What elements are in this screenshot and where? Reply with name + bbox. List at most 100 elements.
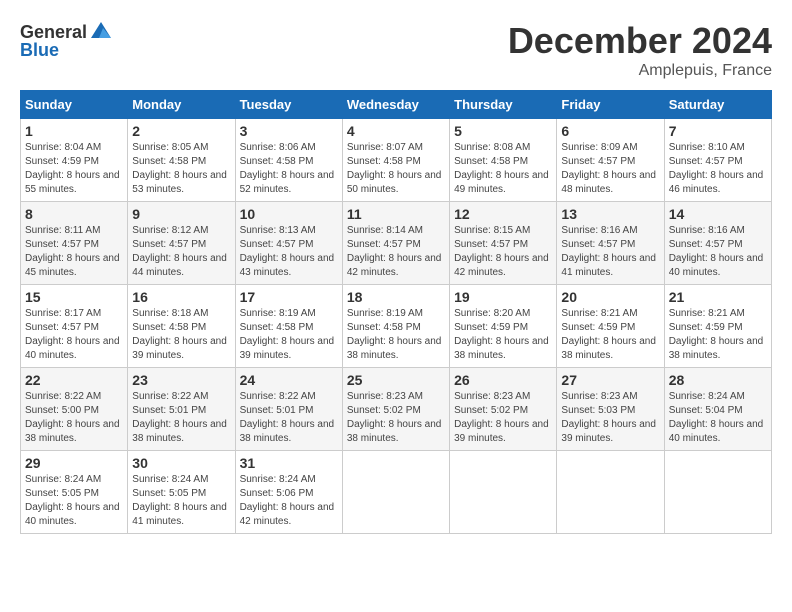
day-info: Sunrise: 8:16 AM Sunset: 4:57 PM Dayligh… <box>561 224 659 280</box>
day-info: Sunrise: 8:15 AM Sunset: 4:57 PM Dayligh… <box>454 224 552 280</box>
day-number: 3 <box>240 123 338 139</box>
day-number: 7 <box>669 123 767 139</box>
day-number: 15 <box>25 289 123 305</box>
day-number: 10 <box>240 206 338 222</box>
location-title: Amplepuis, France <box>508 62 772 80</box>
title-area: December 2024 Amplepuis, France <box>508 20 772 80</box>
day-number: 2 <box>132 123 230 139</box>
calendar-cell: 31 Sunrise: 8:24 AM Sunset: 5:06 PM Dayl… <box>235 451 342 534</box>
calendar-cell: 20 Sunrise: 8:21 AM Sunset: 4:59 PM Dayl… <box>557 285 664 368</box>
calendar-cell: 12 Sunrise: 8:15 AM Sunset: 4:57 PM Dayl… <box>450 202 557 285</box>
logo-icon <box>89 20 113 44</box>
calendar-cell: 16 Sunrise: 8:18 AM Sunset: 4:58 PM Dayl… <box>128 285 235 368</box>
calendar-cell: 13 Sunrise: 8:16 AM Sunset: 4:57 PM Dayl… <box>557 202 664 285</box>
day-number: 26 <box>454 372 552 388</box>
day-number: 18 <box>347 289 445 305</box>
day-info: Sunrise: 8:07 AM Sunset: 4:58 PM Dayligh… <box>347 141 445 197</box>
day-info: Sunrise: 8:23 AM Sunset: 5:02 PM Dayligh… <box>347 390 445 446</box>
calendar-cell: 24 Sunrise: 8:22 AM Sunset: 5:01 PM Dayl… <box>235 368 342 451</box>
day-number: 5 <box>454 123 552 139</box>
weekday-header-row: SundayMondayTuesdayWednesdayThursdayFrid… <box>21 91 772 119</box>
calendar-cell <box>557 451 664 534</box>
calendar-cell: 4 Sunrise: 8:07 AM Sunset: 4:58 PM Dayli… <box>342 119 449 202</box>
day-number: 12 <box>454 206 552 222</box>
day-number: 28 <box>669 372 767 388</box>
day-number: 22 <box>25 372 123 388</box>
calendar: SundayMondayTuesdayWednesdayThursdayFrid… <box>20 90 772 534</box>
day-info: Sunrise: 8:23 AM Sunset: 5:02 PM Dayligh… <box>454 390 552 446</box>
day-info: Sunrise: 8:04 AM Sunset: 4:59 PM Dayligh… <box>25 141 123 197</box>
logo-blue: Blue <box>20 40 59 61</box>
weekday-header-sunday: Sunday <box>21 91 128 119</box>
calendar-cell: 6 Sunrise: 8:09 AM Sunset: 4:57 PM Dayli… <box>557 119 664 202</box>
day-info: Sunrise: 8:19 AM Sunset: 4:58 PM Dayligh… <box>240 307 338 363</box>
day-number: 27 <box>561 372 659 388</box>
calendar-cell: 25 Sunrise: 8:23 AM Sunset: 5:02 PM Dayl… <box>342 368 449 451</box>
calendar-cell: 7 Sunrise: 8:10 AM Sunset: 4:57 PM Dayli… <box>664 119 771 202</box>
calendar-cell: 15 Sunrise: 8:17 AM Sunset: 4:57 PM Dayl… <box>21 285 128 368</box>
calendar-cell: 18 Sunrise: 8:19 AM Sunset: 4:58 PM Dayl… <box>342 285 449 368</box>
day-info: Sunrise: 8:22 AM Sunset: 5:01 PM Dayligh… <box>240 390 338 446</box>
day-info: Sunrise: 8:22 AM Sunset: 5:00 PM Dayligh… <box>25 390 123 446</box>
weekday-header-thursday: Thursday <box>450 91 557 119</box>
day-number: 23 <box>132 372 230 388</box>
calendar-cell: 3 Sunrise: 8:06 AM Sunset: 4:58 PM Dayli… <box>235 119 342 202</box>
day-number: 17 <box>240 289 338 305</box>
calendar-cell: 26 Sunrise: 8:23 AM Sunset: 5:02 PM Dayl… <box>450 368 557 451</box>
day-number: 29 <box>25 455 123 471</box>
logo: General Blue <box>20 20 113 61</box>
day-info: Sunrise: 8:18 AM Sunset: 4:58 PM Dayligh… <box>132 307 230 363</box>
day-number: 11 <box>347 206 445 222</box>
day-number: 6 <box>561 123 659 139</box>
day-info: Sunrise: 8:24 AM Sunset: 5:06 PM Dayligh… <box>240 473 338 529</box>
calendar-cell: 1 Sunrise: 8:04 AM Sunset: 4:59 PM Dayli… <box>21 119 128 202</box>
month-title: December 2024 <box>508 20 772 62</box>
day-info: Sunrise: 8:05 AM Sunset: 4:58 PM Dayligh… <box>132 141 230 197</box>
day-info: Sunrise: 8:21 AM Sunset: 4:59 PM Dayligh… <box>561 307 659 363</box>
calendar-cell: 5 Sunrise: 8:08 AM Sunset: 4:58 PM Dayli… <box>450 119 557 202</box>
calendar-cell: 19 Sunrise: 8:20 AM Sunset: 4:59 PM Dayl… <box>450 285 557 368</box>
calendar-cell: 9 Sunrise: 8:12 AM Sunset: 4:57 PM Dayli… <box>128 202 235 285</box>
calendar-cell: 2 Sunrise: 8:05 AM Sunset: 4:58 PM Dayli… <box>128 119 235 202</box>
calendar-cell: 11 Sunrise: 8:14 AM Sunset: 4:57 PM Dayl… <box>342 202 449 285</box>
day-info: Sunrise: 8:20 AM Sunset: 4:59 PM Dayligh… <box>454 307 552 363</box>
header-area: General Blue December 2024 Amplepuis, Fr… <box>20 20 772 80</box>
day-info: Sunrise: 8:22 AM Sunset: 5:01 PM Dayligh… <box>132 390 230 446</box>
day-number: 19 <box>454 289 552 305</box>
calendar-cell: 28 Sunrise: 8:24 AM Sunset: 5:04 PM Dayl… <box>664 368 771 451</box>
calendar-cell: 10 Sunrise: 8:13 AM Sunset: 4:57 PM Dayl… <box>235 202 342 285</box>
calendar-cell <box>664 451 771 534</box>
calendar-week-4: 22 Sunrise: 8:22 AM Sunset: 5:00 PM Dayl… <box>21 368 772 451</box>
day-info: Sunrise: 8:21 AM Sunset: 4:59 PM Dayligh… <box>669 307 767 363</box>
calendar-cell: 29 Sunrise: 8:24 AM Sunset: 5:05 PM Dayl… <box>21 451 128 534</box>
day-number: 24 <box>240 372 338 388</box>
weekday-header-wednesday: Wednesday <box>342 91 449 119</box>
day-number: 30 <box>132 455 230 471</box>
day-info: Sunrise: 8:24 AM Sunset: 5:04 PM Dayligh… <box>669 390 767 446</box>
calendar-week-1: 1 Sunrise: 8:04 AM Sunset: 4:59 PM Dayli… <box>21 119 772 202</box>
calendar-week-5: 29 Sunrise: 8:24 AM Sunset: 5:05 PM Dayl… <box>21 451 772 534</box>
day-info: Sunrise: 8:17 AM Sunset: 4:57 PM Dayligh… <box>25 307 123 363</box>
day-info: Sunrise: 8:09 AM Sunset: 4:57 PM Dayligh… <box>561 141 659 197</box>
day-info: Sunrise: 8:14 AM Sunset: 4:57 PM Dayligh… <box>347 224 445 280</box>
day-number: 8 <box>25 206 123 222</box>
day-info: Sunrise: 8:10 AM Sunset: 4:57 PM Dayligh… <box>669 141 767 197</box>
calendar-cell: 14 Sunrise: 8:16 AM Sunset: 4:57 PM Dayl… <box>664 202 771 285</box>
day-number: 31 <box>240 455 338 471</box>
day-number: 9 <box>132 206 230 222</box>
calendar-cell: 27 Sunrise: 8:23 AM Sunset: 5:03 PM Dayl… <box>557 368 664 451</box>
day-info: Sunrise: 8:16 AM Sunset: 4:57 PM Dayligh… <box>669 224 767 280</box>
day-info: Sunrise: 8:08 AM Sunset: 4:58 PM Dayligh… <box>454 141 552 197</box>
day-info: Sunrise: 8:06 AM Sunset: 4:58 PM Dayligh… <box>240 141 338 197</box>
day-info: Sunrise: 8:13 AM Sunset: 4:57 PM Dayligh… <box>240 224 338 280</box>
day-number: 21 <box>669 289 767 305</box>
calendar-cell <box>450 451 557 534</box>
calendar-week-3: 15 Sunrise: 8:17 AM Sunset: 4:57 PM Dayl… <box>21 285 772 368</box>
day-number: 1 <box>25 123 123 139</box>
day-info: Sunrise: 8:12 AM Sunset: 4:57 PM Dayligh… <box>132 224 230 280</box>
calendar-week-2: 8 Sunrise: 8:11 AM Sunset: 4:57 PM Dayli… <box>21 202 772 285</box>
calendar-cell: 17 Sunrise: 8:19 AM Sunset: 4:58 PM Dayl… <box>235 285 342 368</box>
calendar-cell <box>342 451 449 534</box>
calendar-cell: 23 Sunrise: 8:22 AM Sunset: 5:01 PM Dayl… <box>128 368 235 451</box>
weekday-header-saturday: Saturday <box>664 91 771 119</box>
